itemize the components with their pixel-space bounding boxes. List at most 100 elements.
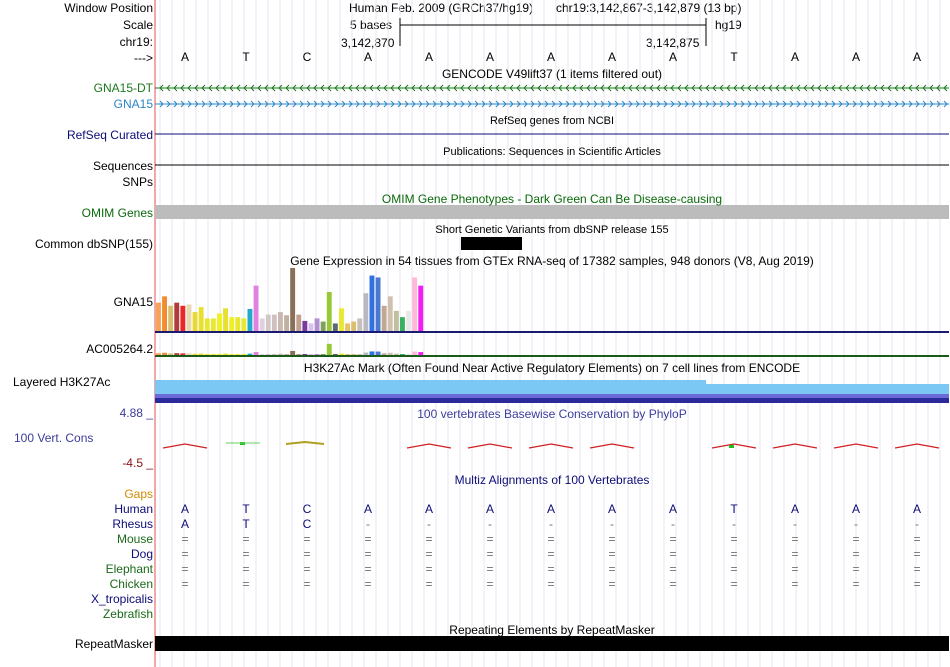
gtex-bar-ac005264 (332, 354, 338, 355)
base-letter: A (912, 50, 922, 64)
gtex-bar-ac005264 (265, 353, 271, 355)
cons-positive-mark (729, 445, 734, 448)
gtex-bar-gna15 (284, 315, 289, 331)
alignment-cell: A (180, 502, 190, 516)
gtex-bar-ac005264 (345, 354, 350, 355)
cons-negative-mark (894, 443, 940, 449)
gtex-bar-ac005264 (314, 354, 320, 355)
gtex-bar-gna15 (204, 318, 210, 331)
gtex-bar-gna15 (314, 318, 320, 331)
alignment-cell: = (791, 547, 799, 561)
gtex-bar-gna15 (375, 277, 381, 331)
gtex-bar-gna15 (332, 323, 338, 331)
alignment-cell: = (425, 562, 433, 576)
gtex-bar-gna15 (217, 313, 222, 331)
alignment-cell: T (242, 502, 250, 516)
alignment-cell: C (302, 502, 312, 516)
gtex-bar-ac005264 (381, 353, 387, 355)
alignment-cell: = (425, 577, 433, 591)
alignment-cell: = (364, 577, 372, 591)
gtex-bar-gna15 (229, 317, 235, 331)
gtex-bar-gna15 (247, 308, 253, 331)
base-letter: T (730, 50, 738, 64)
alignment-cell: T (730, 502, 738, 516)
gtex-bar-ac005264 (156, 353, 161, 355)
alignment-cell: = (669, 547, 677, 561)
base-letter: A (851, 50, 861, 64)
gtex-bar-ac005264 (393, 353, 399, 355)
alignment-cell: = (669, 532, 677, 546)
gtex-bar-gna15 (302, 320, 308, 331)
gtex-bar-gna15 (363, 293, 369, 331)
gtex-bar-gna15 (406, 310, 411, 331)
alignment-cell: A (607, 502, 617, 516)
gtex-bar-gna15 (290, 268, 296, 331)
alignment-cell: = (425, 532, 433, 546)
gtex-bar-gna15 (223, 308, 228, 331)
gencode-track-title: GENCODE V49lift37 (1 items filtered out) (441, 67, 663, 81)
gtex-bar-ac005264 (296, 353, 302, 355)
cons-negative-mark (772, 443, 818, 449)
alignment-cell: = (181, 547, 189, 561)
alignment-cell: A (180, 517, 190, 531)
gtex-bar-gna15 (320, 321, 326, 331)
alignment-cell: = (303, 577, 311, 591)
base-letter: A (485, 50, 495, 64)
omim-gene-bar (155, 205, 949, 219)
h3k27ac-layer-dark (155, 398, 949, 403)
browser-data-panel[interactable] (0, 0, 950, 667)
gtex-bar-gna15 (296, 314, 302, 331)
alignment-cell: = (730, 577, 738, 591)
alignment-cell: - (366, 517, 370, 531)
gtex-track-title: Gene Expression in 54 tissues from GTEx … (290, 254, 814, 268)
gtex-bar-gna15 (393, 310, 399, 331)
alignment-cell: = (242, 562, 250, 576)
cons-negative-mark (589, 443, 635, 449)
gtex-bar-ac005264 (223, 353, 228, 355)
base-letter: C (302, 50, 312, 64)
alignment-cell: A (546, 502, 556, 516)
gtex-bar-ac005264 (229, 354, 235, 355)
alignment-cell: T (242, 517, 250, 531)
gtex-bar-ac005264 (418, 352, 424, 355)
gtex-bar-ac005264 (369, 351, 375, 355)
alignment-cell: = (608, 577, 616, 591)
refseq-track-title: RefSeq genes from NCBI (489, 115, 615, 127)
alignment-cell: = (364, 562, 372, 576)
alignment-cell: = (913, 547, 921, 561)
alignment-cell: = (852, 577, 860, 591)
alignment-cell: = (181, 532, 189, 546)
base-letter: A (180, 50, 190, 64)
alignment-cell: = (547, 562, 555, 576)
alignment-cell: = (486, 562, 494, 576)
repeatmasker-track-title: Repeating Elements by RepeatMasker (449, 623, 655, 637)
gtex-bar-ac005264 (210, 354, 216, 355)
h3k27ac-track-title: H3K27Ac Mark (Often Found Near Active Re… (303, 361, 801, 375)
alignment-cell: - (427, 517, 431, 531)
gtex-bar-gna15 (241, 318, 247, 331)
gtex-bar-ac005264 (278, 353, 283, 355)
gtex-bar-gna15 (308, 323, 314, 331)
h3k27ac-layer-mid (155, 394, 949, 398)
alignment-cell: = (669, 562, 677, 576)
gtex-bar-gna15 (259, 318, 265, 331)
gtex-bar-gna15 (369, 275, 375, 331)
alignment-cell: = (791, 562, 799, 576)
gtex-bar-gna15 (339, 308, 344, 331)
gtex-bar-gna15 (278, 312, 283, 331)
gtex-bar-gna15 (387, 296, 393, 331)
gtex-bar-ac005264 (217, 353, 222, 355)
gtex-bar-ac005264 (387, 352, 393, 355)
alignment-cell: A (912, 502, 922, 516)
base-letter: A (363, 50, 373, 64)
gtex-bar-gna15 (418, 285, 424, 331)
alignment-cell: = (303, 532, 311, 546)
alignment-cell: - (671, 517, 675, 531)
h3k27ac-signal-left (155, 380, 706, 394)
gtex-bar-ac005264 (375, 351, 381, 355)
gtex-bar-ac005264 (253, 352, 259, 355)
alignment-cell: = (547, 532, 555, 546)
alignment-cell: = (486, 532, 494, 546)
gtex-bar-ac005264 (320, 354, 326, 355)
alignment-cell: - (732, 517, 736, 531)
